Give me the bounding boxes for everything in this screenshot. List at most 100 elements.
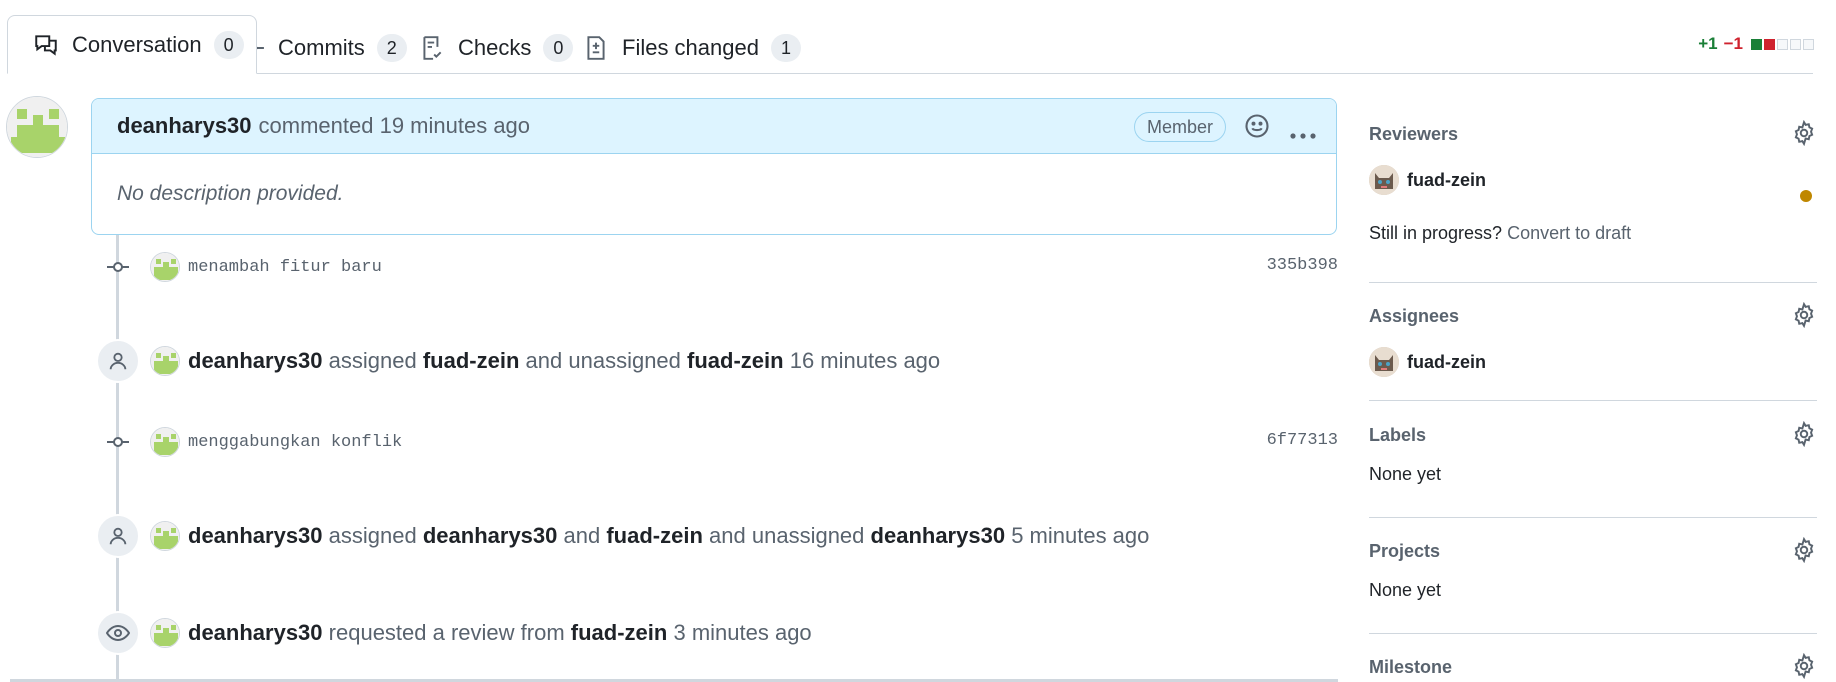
event-user-link[interactable]: deanharys30 [871,523,1006,548]
labels-value: None yet [1369,464,1442,484]
avatar[interactable] [150,346,180,376]
commit-message-link[interactable]: menggabungkan konflik [188,433,402,452]
event-user-link[interactable]: fuad-zein [606,523,703,548]
reviewer-name: fuad-zein [1407,169,1486,190]
diffstat-block [1803,38,1814,50]
gear-icon[interactable] [1791,652,1817,680]
pr-description-comment: deanharys30 commented 19 minutes ago Mem… [91,98,1337,235]
file-diff-icon [582,34,610,62]
sidebar-assignees: Assignees fuad-zein [1369,301,1817,377]
sidebar-divider [1369,282,1817,283]
diffstat-deletions: −1 [1723,34,1743,53]
draft-prompt: Still in progress? Convert to draft [1369,223,1817,244]
kebab-horizontal-icon[interactable] [1290,121,1316,139]
comment-header: deanharys30 commented 19 minutes ago Mem… [92,99,1336,154]
diffstat-block [1777,38,1788,50]
tab-count: 1 [770,34,801,62]
commit-sha-link[interactable]: 6f77313 [1267,431,1338,450]
commit-message-link[interactable]: menambah fitur baru [188,258,382,277]
event-text: deanharys30 assigned deanharys30 and fua… [188,523,1149,549]
event-verb: and [563,523,601,548]
avatar[interactable] [150,252,180,282]
commit-sha-link[interactable]: 335b398 [1267,256,1338,275]
timeline-assign-event: deanharys30 assigned deanharys30 and fua… [96,514,1149,558]
smiley-icon[interactable] [1243,112,1271,140]
sidebar-title[interactable]: Milestone [1369,657,1817,678]
event-text: deanharys30 assigned fuad-zein and unass… [188,348,940,374]
comment-timestamp[interactable]: commented 19 minutes ago [259,113,531,139]
gear-icon[interactable] [1791,420,1817,448]
timeline-assign-event: deanharys30 assigned fuad-zein and unass… [96,339,940,383]
timeline-commit: menambah fitur baru [96,245,382,289]
draft-prompt-text: Still in progress? [1369,223,1503,243]
event-verb: assigned [328,348,417,373]
timeline-commit: menggabungkan konflik [96,420,402,464]
diffstat: +1 −1 [1698,34,1814,54]
person-icon [96,339,140,383]
tab-checks[interactable]: Checks 0 [418,22,574,74]
comment-body: No description provided. [117,182,344,205]
event-timestamp[interactable]: 3 minutes ago [673,620,811,645]
gear-icon[interactable] [1791,119,1817,147]
diffstat-additions: +1 [1698,34,1718,53]
sidebar-title[interactable]: Assignees [1369,306,1817,327]
event-verb: requested a review from [328,620,565,645]
avatar [1369,347,1399,377]
sidebar-title[interactable]: Labels [1369,425,1817,446]
event-user-link[interactable]: fuad-zein [423,348,520,373]
sidebar-labels: Labels None yet [1369,420,1817,485]
sidebar-milestone: Milestone [1369,652,1817,680]
gear-icon[interactable] [1791,301,1817,329]
eye-icon [96,611,140,655]
event-user-link[interactable]: deanharys30 [423,523,558,548]
tab-files-changed[interactable]: Files changed 1 [582,22,801,74]
diffstat-block [1751,38,1762,50]
comment-author[interactable]: deanharys30 [117,113,252,139]
event-verb: and unassigned [709,523,865,548]
reviewer-item[interactable]: fuad-zein [1369,165,1817,195]
event-actor-link[interactable]: deanharys30 [188,523,323,548]
avatar[interactable] [150,427,180,457]
tab-label: Files changed [622,35,759,60]
sidebar-projects: Projects None yet [1369,536,1817,601]
avatar[interactable] [6,96,68,158]
sidebar-divider [1369,400,1817,401]
tab-count: 2 [376,34,407,62]
git-commit-icon [96,420,140,464]
event-text: deanharys30 requested a review from fuad… [188,620,812,646]
event-actor-link[interactable]: deanharys30 [188,620,323,645]
diffstat-block [1764,38,1775,50]
sidebar-divider [1369,517,1817,518]
assignee-name: fuad-zein [1407,351,1486,372]
tab-count: 0 [543,34,574,62]
convert-to-draft-link[interactable]: Convert to draft [1507,223,1631,243]
event-verb: assigned [328,523,417,548]
timeline-review-request-event: deanharys30 requested a review from fuad… [96,611,812,655]
tab-count: 0 [213,30,244,59]
event-timestamp[interactable]: 16 minutes ago [790,348,940,373]
event-timestamp[interactable]: 5 minutes ago [1011,523,1149,548]
tab-label: Checks [458,35,532,60]
event-user-link[interactable]: fuad-zein [687,348,784,373]
tab-conversation[interactable]: Conversation 0 [7,15,257,74]
checklist-icon [418,34,446,62]
event-user-link[interactable]: fuad-zein [571,620,668,645]
avatar[interactable] [150,521,180,551]
projects-value: None yet [1369,580,1442,600]
tab-commits[interactable]: Commits 2 [238,22,407,74]
sidebar-divider [1369,633,1817,634]
sidebar-title[interactable]: Projects [1369,541,1817,562]
diffstat-block [1790,38,1801,50]
tab-label: Conversation [72,31,202,57]
event-actor-link[interactable]: deanharys30 [188,348,323,373]
assignee-item[interactable]: fuad-zein [1369,347,1817,377]
person-icon [96,514,140,558]
avatar [1369,165,1399,195]
gear-icon[interactable] [1791,536,1817,564]
review-pending-dot [1800,190,1812,202]
avatar[interactable] [150,618,180,648]
sidebar-title[interactable]: Reviewers [1369,124,1817,145]
comment-discussion-icon [32,31,60,59]
sidebar-reviewers: Reviewers fuad-zein Still in progress? C… [1369,119,1817,244]
git-commit-icon [96,245,140,289]
